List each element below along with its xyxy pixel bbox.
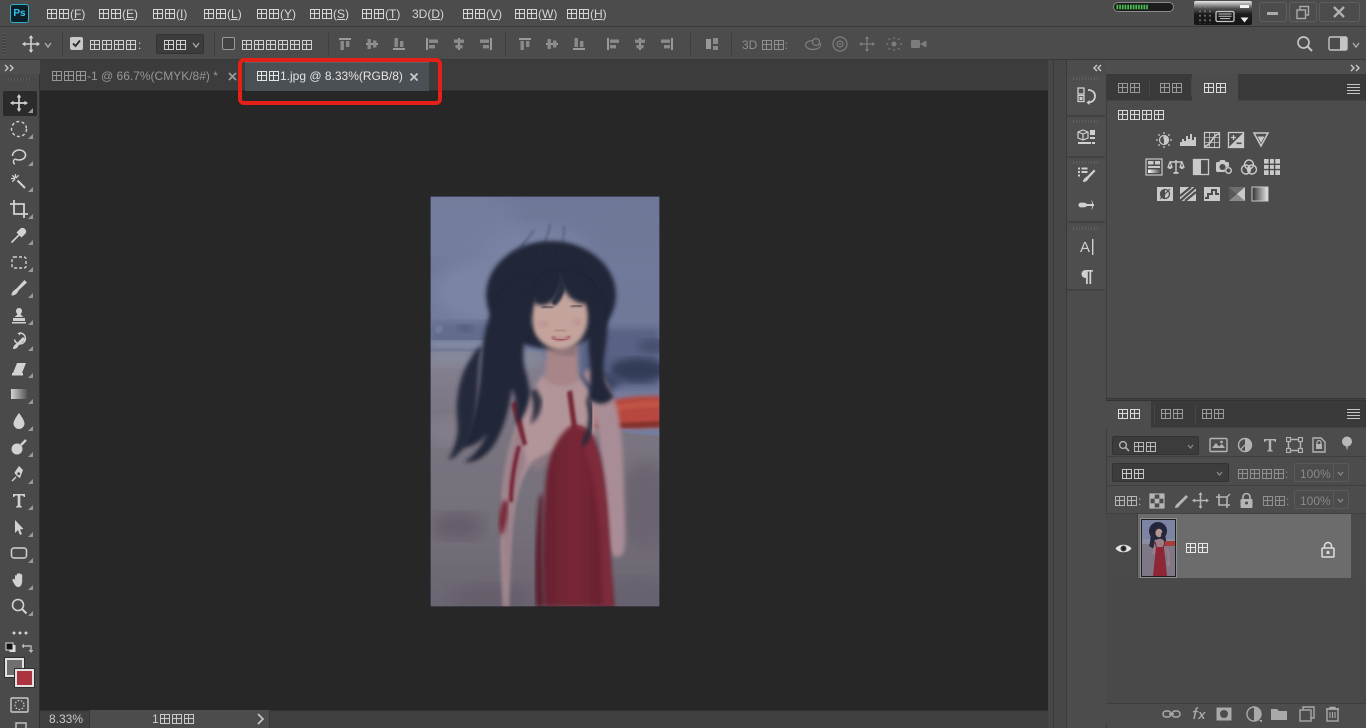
svg-text:A: A: [1080, 239, 1090, 256]
